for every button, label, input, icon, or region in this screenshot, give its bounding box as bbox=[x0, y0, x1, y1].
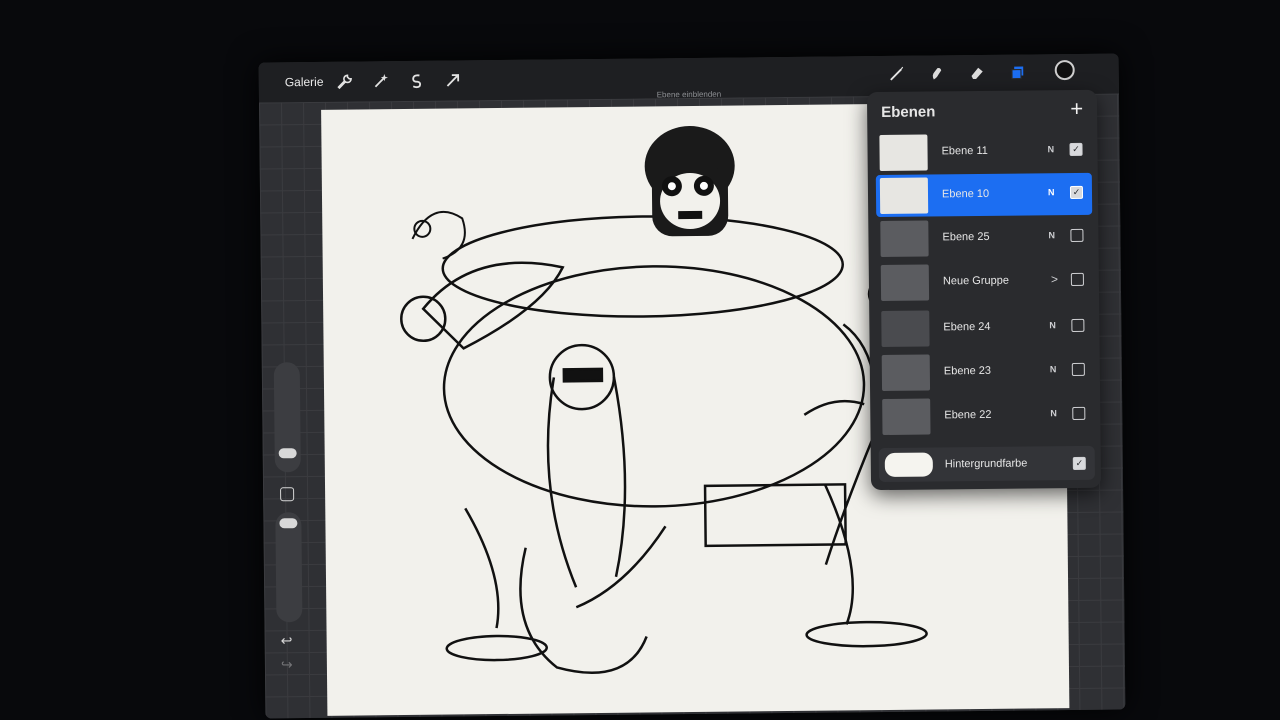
brush-size-slider[interactable] bbox=[273, 362, 301, 473]
wrench-icon[interactable] bbox=[335, 72, 355, 92]
layer-name: Ebene 22 bbox=[944, 408, 992, 422]
layer-thumbnail bbox=[879, 134, 928, 172]
modify-button[interactable] bbox=[280, 487, 295, 502]
blend-mode-button[interactable]: N bbox=[1048, 187, 1055, 197]
layer-thumbnail bbox=[880, 220, 929, 258]
undo-icon[interactable]: ↩ bbox=[281, 632, 293, 649]
background-color-row[interactable]: Hintergrundfarbe ✓ bbox=[878, 445, 1096, 483]
background-swatch bbox=[884, 452, 933, 477]
brush-icon[interactable] bbox=[885, 62, 909, 86]
transform-arrow-icon[interactable] bbox=[443, 70, 463, 90]
group-name: Neue Gruppe bbox=[942, 274, 1010, 288]
layer-row[interactable]: Ebene 23 N bbox=[878, 350, 1094, 394]
background-layer-name: Hintergrundfarbe bbox=[944, 457, 1028, 471]
layer-group-row[interactable]: Neue Gruppe > bbox=[877, 260, 1093, 304]
layer-name: Ebene 25 bbox=[942, 230, 990, 244]
redo-icon[interactable]: ↪ bbox=[281, 656, 293, 673]
blend-mode-button[interactable]: N bbox=[1048, 230, 1055, 240]
background-visibility-checkbox[interactable]: ✓ bbox=[1072, 456, 1086, 471]
layer-visibility-checkbox[interactable] bbox=[1072, 406, 1086, 421]
layer-visibility-checkbox[interactable] bbox=[1070, 228, 1084, 243]
layer-thumbnail bbox=[881, 354, 931, 392]
layers-panel: Ebenen + Ebene 11 N ✓ Ebene 10 N ✓ Ebene… bbox=[866, 89, 1102, 491]
layer-visibility-checkbox[interactable] bbox=[1070, 272, 1084, 287]
blend-mode-button[interactable]: N bbox=[1049, 320, 1056, 330]
layer-row[interactable]: Ebene 11 N ✓ bbox=[875, 130, 1091, 174]
layers-title: Ebenen bbox=[881, 103, 936, 122]
add-layer-button[interactable]: + bbox=[1070, 96, 1083, 122]
layer-thumbnail bbox=[879, 177, 929, 215]
opacity-handle[interactable] bbox=[279, 518, 298, 529]
group-thumbnail bbox=[880, 264, 930, 302]
layer-visibility-checkbox[interactable] bbox=[1071, 362, 1085, 377]
layer-name: Ebene 11 bbox=[941, 144, 988, 158]
eraser-icon[interactable] bbox=[965, 61, 989, 85]
layer-thumbnail bbox=[882, 398, 931, 436]
layer-row[interactable]: Ebene 22 N bbox=[878, 394, 1094, 438]
color-picker-button[interactable] bbox=[1054, 59, 1075, 81]
smudge-icon[interactable] bbox=[925, 61, 949, 85]
blend-mode-button[interactable]: N bbox=[1050, 408, 1057, 418]
blend-mode-button[interactable]: N bbox=[1047, 144, 1054, 154]
blend-mode-button[interactable]: N bbox=[1050, 364, 1057, 374]
layer-row-active[interactable]: Ebene 10 N ✓ bbox=[875, 172, 1093, 218]
layer-name: Ebene 10 bbox=[941, 187, 990, 201]
opacity-slider[interactable] bbox=[275, 512, 303, 623]
layer-name: Ebene 23 bbox=[943, 364, 992, 378]
layers-icon[interactable] bbox=[1007, 60, 1031, 84]
left-sidebar: ↩ ↪ bbox=[272, 362, 305, 682]
gallery-button[interactable]: Galerie bbox=[285, 72, 324, 92]
brush-size-handle[interactable] bbox=[278, 448, 297, 459]
layer-name: Ebene 24 bbox=[943, 320, 991, 334]
selection-icon[interactable] bbox=[407, 71, 427, 91]
layer-thumbnail bbox=[881, 310, 930, 348]
layer-visibility-checkbox[interactable]: ✓ bbox=[1069, 185, 1084, 200]
layer-row[interactable]: Ebene 25 N bbox=[876, 216, 1092, 260]
layer-visibility-checkbox[interactable] bbox=[1071, 318, 1085, 333]
chevron-right-icon[interactable]: > bbox=[1051, 272, 1058, 286]
magic-wand-icon[interactable] bbox=[371, 71, 391, 91]
procreate-screen: Galerie Ebene einblenden ↩ ↪ Ebenen + Eb… bbox=[258, 53, 1126, 719]
layer-visibility-checkbox[interactable]: ✓ bbox=[1069, 142, 1083, 157]
layer-row[interactable]: Ebene 24 N bbox=[877, 306, 1093, 350]
